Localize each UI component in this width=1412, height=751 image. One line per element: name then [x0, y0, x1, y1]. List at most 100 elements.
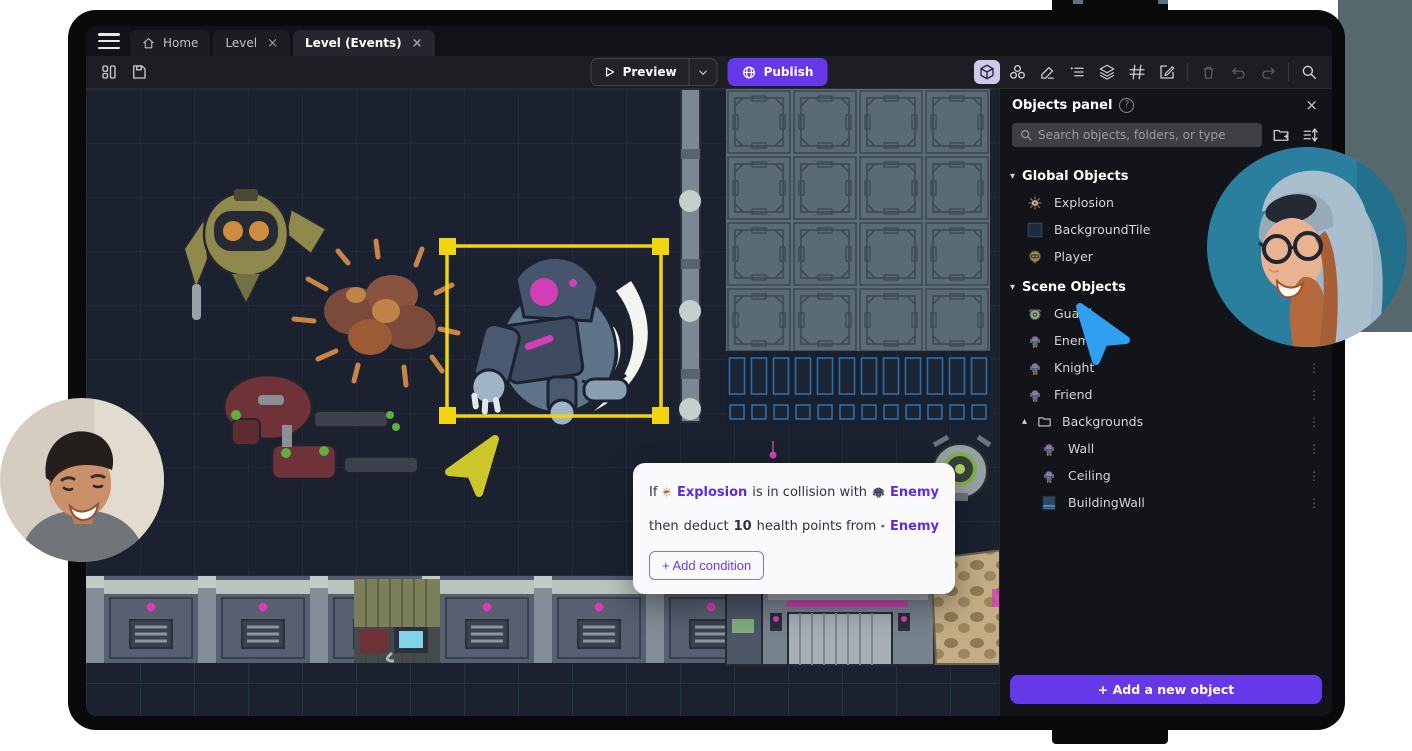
search-icon — [1302, 65, 1317, 80]
tab-close-icon[interactable]: × — [412, 36, 423, 51]
preview-button[interactable]: Preview — [592, 65, 689, 79]
publish-button[interactable]: Publish — [727, 58, 828, 86]
tab-level-events[interactable]: Level (Events) × — [293, 30, 435, 56]
pipe-column — [679, 89, 701, 423]
preview-dropdown-button[interactable] — [688, 59, 717, 85]
home-icon — [143, 37, 154, 48]
tab-label: Level (Events) — [305, 36, 402, 50]
robot-sprite-icon — [1040, 440, 1058, 458]
undo-icon — [1231, 67, 1245, 79]
layers-button[interactable] — [1094, 60, 1120, 84]
layers-icon — [1099, 64, 1115, 80]
object-item-wall[interactable]: Wall ⋮ — [1000, 435, 1332, 462]
robot-sprite-icon — [1026, 332, 1044, 350]
section-label: Scene Objects — [1022, 279, 1126, 295]
selection-handle[interactable] — [652, 238, 669, 255]
undo-button[interactable] — [1225, 60, 1251, 84]
panel-title: Objects panel — [1012, 97, 1113, 113]
robot-sprite-icon — [1026, 386, 1044, 404]
chevron-up-icon: ▴ — [1022, 416, 1028, 427]
add-folder-button[interactable] — [1270, 124, 1292, 146]
tab-home[interactable]: Home — [130, 30, 211, 56]
item-menu-button[interactable]: ⋮ — [1308, 415, 1320, 429]
objects-panel-header: Objects panel ? × — [1000, 89, 1332, 121]
add-condition-button[interactable]: + Add condition — [649, 551, 765, 580]
tablet-frame: Home Level × Level (Events) × Preview Pu… — [68, 10, 1345, 730]
guard-sprite-icon — [1026, 305, 1044, 323]
marketing-stage: Home Level × Level (Events) × Preview Pu… — [0, 0, 1412, 751]
sort-objects-button[interactable] — [1300, 124, 1322, 146]
event-action-line: then deduct 10 health points from Enemy — [649, 509, 939, 543]
scene-canvas[interactable]: If Explosion is in collision with Enemy … — [86, 89, 999, 716]
item-menu-button[interactable]: ⋮ — [1308, 442, 1320, 456]
search-input[interactable] — [1012, 123, 1262, 147]
object-groups-icon — [1009, 64, 1025, 79]
enemy-mini-icon — [873, 487, 885, 498]
object-item-friend[interactable]: Friend ⋮ — [1000, 381, 1332, 408]
explosion-mini-icon — [662, 487, 672, 497]
properties-button[interactable] — [1034, 60, 1060, 84]
instances-list-icon — [1070, 67, 1084, 77]
item-menu-button[interactable]: ⋮ — [1308, 388, 1320, 402]
instances-list-button[interactable] — [1064, 60, 1090, 84]
folder-backgrounds[interactable]: ▴ Backgrounds ⋮ — [1000, 408, 1332, 435]
event-card[interactable]: If Explosion is in collision with Enemy … — [633, 463, 955, 594]
chevron-down-icon — [699, 70, 707, 75]
event-object-link[interactable]: Enemy — [890, 485, 939, 500]
object-label: Wall — [1068, 441, 1095, 456]
selection-handle[interactable] — [439, 407, 456, 424]
object-label: Ceiling — [1068, 468, 1111, 483]
folder-plus-icon — [1273, 129, 1289, 141]
redo-button[interactable] — [1255, 60, 1281, 84]
object-item-knight[interactable]: Knight ⋮ — [1000, 354, 1332, 381]
device-button-highlight — [1158, 0, 1168, 4]
edit-scene-button[interactable] — [1154, 60, 1180, 84]
selection-handle[interactable] — [652, 407, 669, 424]
object-item-ceiling[interactable]: Ceiling ⋮ — [1000, 462, 1332, 489]
main-menu-button[interactable] — [98, 33, 120, 49]
toolbar-center: Preview Publish — [590, 58, 828, 86]
event-action-value: 10 — [733, 518, 752, 534]
item-menu-button[interactable]: ⋮ — [1308, 361, 1320, 375]
toolbar-divider — [1187, 63, 1188, 81]
add-new-object-button[interactable]: + Add a new object — [1010, 675, 1322, 704]
grid-button[interactable] — [1124, 60, 1150, 84]
tab-bar: Home Level × Level (Events) × — [86, 26, 1332, 56]
tab-label: Home — [163, 36, 199, 50]
tab-level[interactable]: Level × — [213, 30, 291, 56]
redo-icon — [1261, 67, 1275, 79]
event-object-link[interactable]: Explosion — [677, 485, 747, 500]
objects-panel-button[interactable] — [974, 60, 1000, 84]
event-condition-text: is in collision with — [752, 484, 868, 500]
play-icon — [605, 67, 615, 77]
close-icon[interactable]: × — [1301, 94, 1322, 116]
search-box — [1012, 123, 1262, 147]
search-button[interactable] — [1296, 60, 1322, 84]
blue-cursor-icon — [1076, 303, 1130, 365]
tab-close-icon[interactable]: × — [267, 36, 278, 51]
help-icon[interactable]: ? — [1119, 97, 1135, 113]
save-icon — [133, 65, 146, 79]
main-content: If Explosion is in collision with Enemy … — [86, 89, 1332, 716]
object-groups-button[interactable] — [1004, 60, 1030, 84]
item-menu-button[interactable]: ⋮ — [1308, 469, 1320, 483]
layout-columns-button[interactable] — [96, 60, 122, 84]
tab-label: Level — [225, 36, 258, 50]
save-button[interactable] — [126, 60, 152, 84]
enemy-mini-icon — [881, 524, 885, 528]
explosion-sprite-icon — [1026, 194, 1044, 212]
object-item-buildingwall[interactable]: BuildingWall ⋮ — [1000, 489, 1332, 516]
item-menu-button[interactable]: ⋮ — [1308, 496, 1320, 510]
event-if-label: If — [649, 484, 658, 500]
preview-label: Preview — [622, 65, 677, 79]
app-screen: Home Level × Level (Events) × Preview Pu… — [86, 26, 1332, 716]
event-action-verb: deduct — [683, 518, 729, 534]
delete-button[interactable] — [1195, 60, 1221, 84]
event-object-link[interactable]: Enemy — [890, 519, 939, 534]
chevron-down-icon: ▾ — [1010, 170, 1016, 182]
preview-split-button: Preview — [590, 58, 718, 86]
avatar-man — [0, 398, 164, 562]
robot-sprite-icon — [1026, 359, 1044, 377]
robot-sprite-icon — [1040, 467, 1058, 485]
selection-handle[interactable] — [439, 238, 456, 255]
